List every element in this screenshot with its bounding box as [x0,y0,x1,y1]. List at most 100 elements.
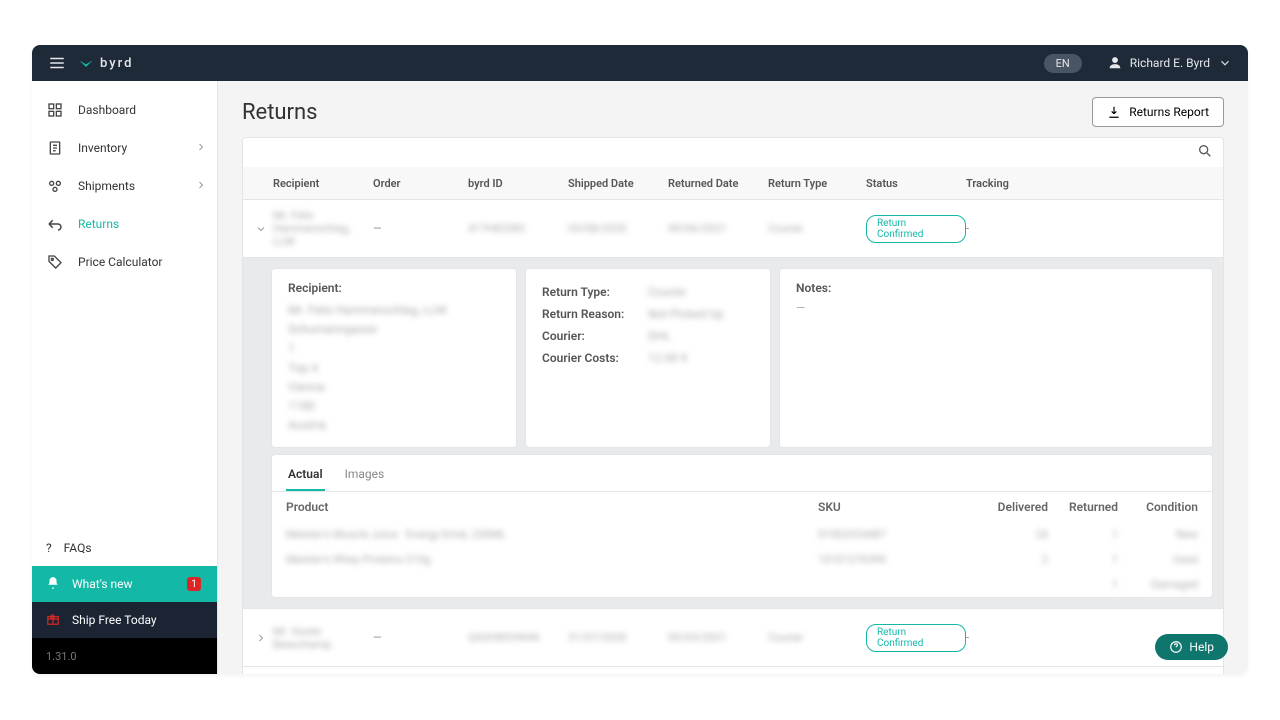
pcol-delivered: Delivered [978,500,1048,514]
sidebar-item-label: Shipments [78,179,135,193]
table-row[interactable]: Mr. Xavier Beauchamp — QASH8OVNAK 31/07/… [243,608,1223,666]
col-byrd-id: byrd ID [468,177,568,190]
help-button[interactable]: Help [1155,634,1228,660]
search-input[interactable] [253,145,1197,161]
language-switch[interactable]: EN [1044,54,1082,73]
question-icon: ? [46,541,52,555]
tag-icon [46,253,64,271]
faqs-label: FAQs [64,541,92,555]
tab-actual[interactable]: Actual [286,463,325,491]
pcell-sku: 01002324487 [818,528,978,541]
sidebar-item-dashboard[interactable]: Dashboard [32,91,217,129]
col-status: Status [866,177,966,190]
row-toggle[interactable] [249,223,273,235]
gift-icon [46,612,60,629]
cell-shipped: 03/08/2020 [568,222,668,235]
recipient-label: Recipient: [288,281,500,295]
sidebar-faqs[interactable]: ? FAQs [32,530,217,566]
page-title: Returns [242,100,318,125]
chevron-right-icon [195,141,207,156]
chevron-down-icon [1218,56,1232,70]
sidebar-item-inventory[interactable]: Inventory [32,129,217,167]
detail-recipient-card: Recipient: Mr. Felix Hammerschlag, LLM S… [271,268,517,448]
chevron-down-icon [255,223,267,235]
detail-notes-card: Notes: — [779,268,1213,448]
costs-value: 12.00 € [648,351,688,365]
pcell-condition: Used [1118,553,1198,566]
bell-icon [46,576,60,593]
cell-byrd-id: 417H83382 [468,222,568,235]
sidebar-item-price-calculator[interactable]: Price Calculator [32,243,217,281]
notes-label: Notes: [796,281,1196,295]
cell-order: — [373,631,468,644]
tab-images[interactable]: Images [343,463,387,491]
pcol-product: Product [286,500,818,514]
pcol-sku: SKU [818,500,978,514]
recipient-line: Mr. Felix Hammerschlag, LLM [288,301,500,320]
cell-tracking: - [966,222,1026,235]
logo: byrd [78,56,133,71]
pcell-returned: 1 [1048,528,1118,541]
sidebar-item-returns[interactable]: Returns [32,205,217,243]
pcol-returned: Returned [1048,500,1118,514]
rtype-value: Courier [648,285,687,299]
col-tracking: Tracking [966,177,1026,190]
menu-icon[interactable] [48,54,66,72]
cell-order: — [373,222,468,235]
whatsnew-label: What's new [72,577,133,591]
pcell-returned: 1 [1048,553,1118,566]
cell-tracking: - [966,631,1026,644]
pcell-delivered: 24 [978,528,1048,541]
pcell-delivered [978,578,1048,591]
ship-free-label: Ship Free Today [72,613,157,627]
download-icon [1107,105,1121,119]
returns-report-button[interactable]: Returns Report [1092,97,1224,127]
status-badge: Return Confirmed [866,624,966,652]
chevron-right-icon [255,632,267,644]
product-row: Meister's Muscle Juice · Energy Drink, 2… [272,522,1212,547]
cell-returned: 09/06/2021 [668,222,768,235]
product-row: 1 Damaged [272,572,1212,597]
user-icon [1108,56,1122,70]
pcell-returned: 1 [1048,578,1118,591]
col-return-type: Return Type [768,177,866,190]
status-badge: Return Confirmed [866,215,966,243]
chevron-right-icon [195,179,207,194]
detail-return-card: Return Type:Courier Return Reason:Not Pi… [525,268,771,448]
search-bar[interactable] [242,137,1224,167]
pcell-product [286,578,818,591]
sidebar-item-label: Dashboard [78,103,136,117]
row-detail-panel: Recipient: Mr. Felix Hammerschlag, LLM S… [243,257,1223,608]
row-toggle[interactable] [249,632,273,644]
cell-byrd-id: QASH8OVNAK [468,631,568,644]
col-returned: Returned Date [668,177,768,190]
reason-label: Return Reason: [542,307,648,321]
sidebar-whatsnew[interactable]: What's new 1 [32,566,217,602]
recipient-line: Schumanngasse [288,320,500,339]
costs-label: Courier Costs: [542,351,648,365]
rtype-label: Return Type: [542,285,648,299]
pcell-sku: 10101276396 [818,553,978,566]
col-recipient: Recipient [273,177,373,190]
user-menu[interactable]: Richard E. Byrd [1108,56,1232,70]
product-row: Meister's Whey Proteins 510g 10101276396… [272,547,1212,572]
table-row[interactable]: Mrs. Marta Tarkova — WPC20P33 04/08/2020… [243,666,1223,674]
search-icon[interactable] [1197,143,1213,163]
help-icon [1169,640,1183,654]
cell-status: Return Confirmed [866,624,966,652]
pcell-delivered: 2 [978,553,1048,566]
pcell-condition: Damaged [1118,578,1198,591]
sidebar-item-shipments[interactable]: Shipments [32,167,217,205]
sidebar-item-label: Inventory [78,141,127,155]
courier-label: Courier: [542,329,648,343]
cell-recipient: Mr. Xavier Beauchamp [273,625,373,651]
sidebar-version: 1.31.0 [32,638,217,674]
report-label: Returns Report [1129,105,1209,119]
sidebar-ship-free[interactable]: Ship Free Today [32,602,217,638]
help-label: Help [1189,640,1214,654]
return-arrow-icon [46,215,64,233]
cell-return-type: Courier [768,222,866,235]
table-row[interactable]: Mr. Felix Hammerschlag, LLM — 417H83382 … [243,199,1223,257]
cell-returned: 05/03/2021 [668,631,768,644]
sidebar-item-label: Price Calculator [78,255,163,269]
